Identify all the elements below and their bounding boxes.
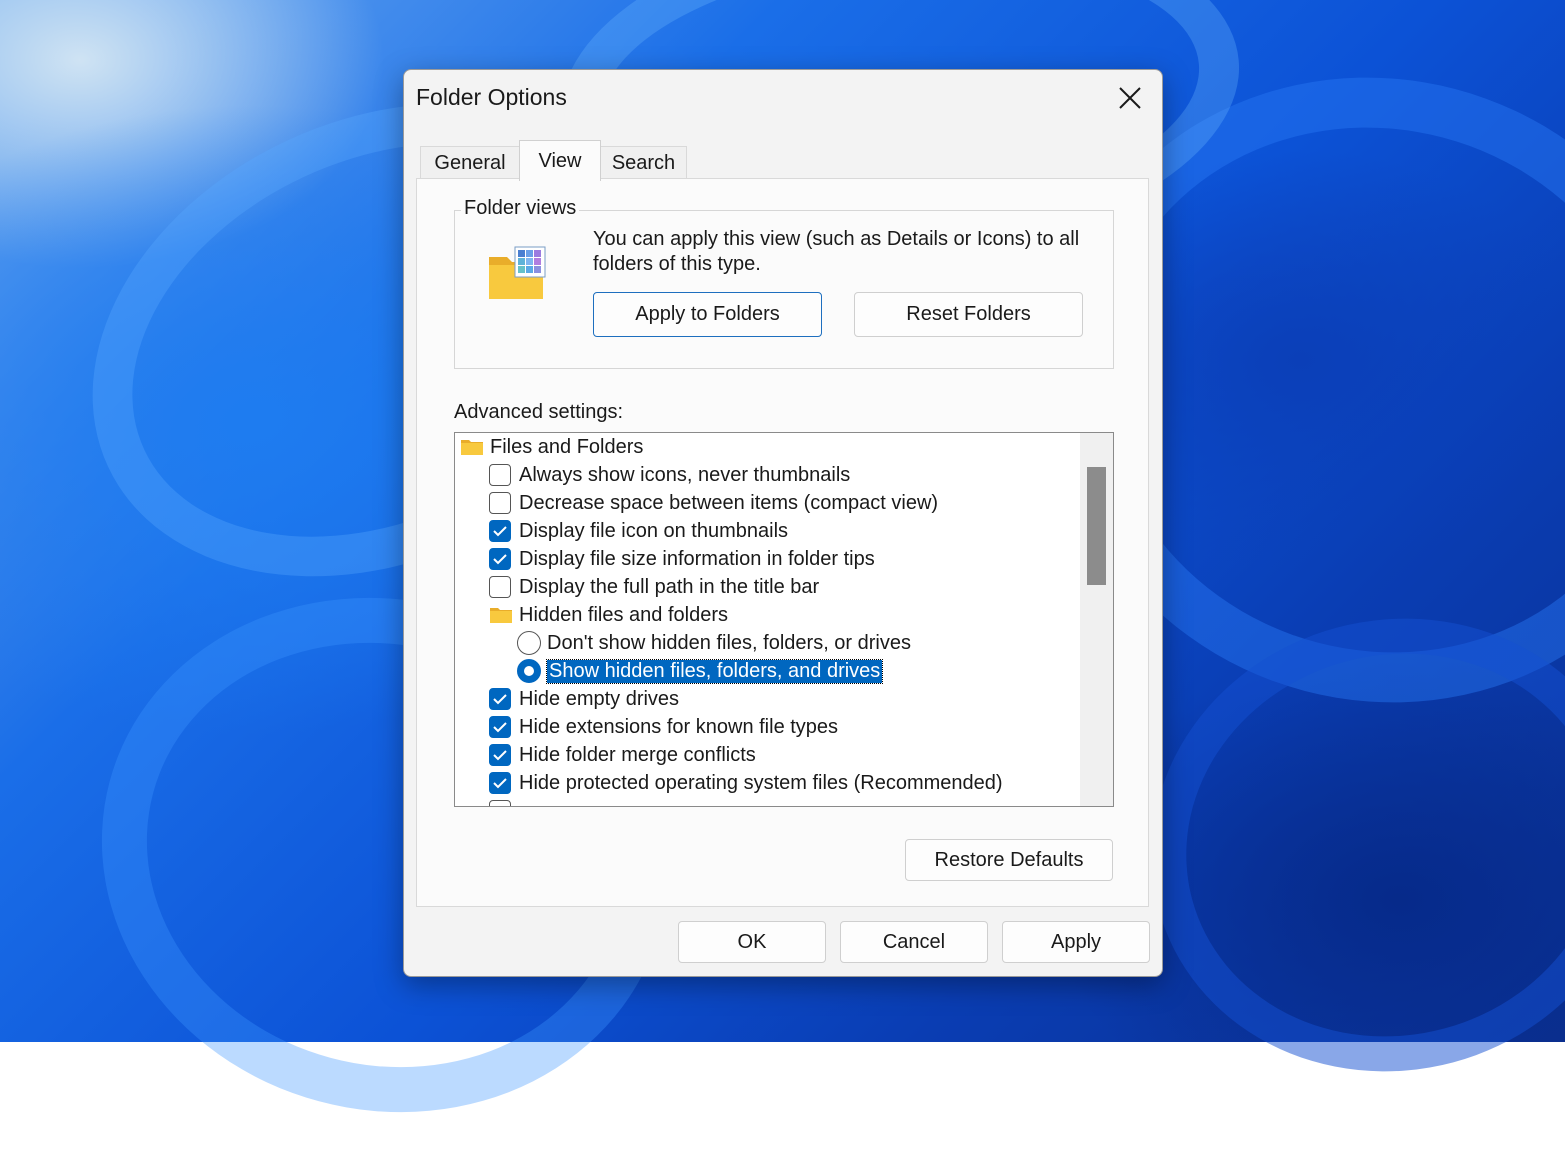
setting-label: Display the full path in the title bar bbox=[519, 575, 820, 598]
radio-label: Don't show hidden files, folders, or dri… bbox=[547, 631, 911, 654]
setting-row[interactable]: Display the full path in the title bar bbox=[489, 573, 819, 601]
radio-row[interactable]: Don't show hidden files, folders, or dri… bbox=[517, 629, 911, 657]
close-button[interactable] bbox=[1110, 80, 1150, 116]
folder-options-dialog: Folder Options General View Search Folde… bbox=[403, 69, 1163, 977]
folder-views-label: Folder views bbox=[461, 197, 580, 220]
setting-row[interactable]: Hide extensions for known file types bbox=[489, 713, 838, 741]
checkmark-icon bbox=[493, 694, 507, 705]
close-icon bbox=[1119, 87, 1141, 109]
folder-icon bbox=[461, 440, 483, 455]
setting-row[interactable]: Display file size information in folder … bbox=[489, 545, 875, 573]
checkbox-checked[interactable] bbox=[489, 744, 511, 766]
setting-label: Display file size information in folder … bbox=[519, 547, 875, 570]
checkbox[interactable] bbox=[489, 800, 511, 806]
setting-label: Hide extensions for known file types bbox=[519, 715, 839, 738]
setting-label: Always show icons, never thumbnails bbox=[519, 463, 851, 486]
checkmark-icon bbox=[493, 722, 507, 733]
cancel-button[interactable]: Cancel bbox=[840, 921, 988, 963]
checkbox-checked[interactable] bbox=[489, 772, 511, 794]
checkmark-icon bbox=[493, 526, 507, 537]
folder-views-description: You can apply this view (such as Details… bbox=[593, 228, 1080, 275]
setting-label: Hide folder merge conflicts bbox=[519, 743, 756, 766]
checkbox-checked[interactable] bbox=[489, 716, 511, 738]
setting-row[interactable]: Always show icons, never thumbnails bbox=[489, 461, 850, 489]
checkbox[interactable] bbox=[489, 492, 511, 514]
setting-row[interactable]: Decrease space between items (compact vi… bbox=[489, 489, 938, 517]
advanced-settings-tree[interactable]: Files and Folders Always show icons, nev… bbox=[454, 432, 1114, 807]
tab-bar: General View Search bbox=[416, 140, 1156, 181]
tab-search[interactable]: Search bbox=[600, 146, 687, 180]
radio-row-selected[interactable]: Show hidden files, folders, and drives bbox=[517, 657, 884, 685]
view-tab-panel: Folder views You can apply this view (su… bbox=[416, 178, 1149, 907]
setting-row[interactable]: Hide empty drives bbox=[489, 685, 679, 713]
radio-button[interactable] bbox=[517, 631, 541, 655]
tree-scrollbar[interactable] bbox=[1080, 433, 1113, 806]
scrollbar-thumb[interactable] bbox=[1087, 467, 1106, 585]
setting-row[interactable]: Display file icon on thumbnails bbox=[489, 517, 788, 545]
checkbox[interactable] bbox=[489, 464, 511, 486]
checkbox-checked[interactable] bbox=[489, 520, 511, 542]
tree-root-label: Files and Folders bbox=[490, 435, 644, 458]
checkbox-checked[interactable] bbox=[489, 548, 511, 570]
setting-row[interactable]: Hide protected operating system files (R… bbox=[489, 769, 1003, 797]
radio-button-selected[interactable] bbox=[517, 659, 541, 683]
restore-defaults-button[interactable]: Restore Defaults bbox=[905, 839, 1113, 881]
tab-view[interactable]: View bbox=[519, 140, 601, 181]
folder-views-group: Folder views You can apply this view (su… bbox=[454, 197, 1114, 369]
setting-label: Display file icon on thumbnails bbox=[519, 519, 789, 542]
setting-label: Hide empty drives bbox=[519, 687, 680, 710]
tree-node-hidden-files: Hidden files and folders bbox=[489, 601, 728, 629]
checkmark-icon bbox=[493, 554, 507, 565]
apply-to-folders-button[interactable]: Apply to Folders bbox=[593, 292, 822, 337]
checkbox-checked[interactable] bbox=[489, 688, 511, 710]
setting-label: Hide protected operating system files (R… bbox=[519, 771, 1003, 794]
setting-label: Decrease space between items (compact vi… bbox=[519, 491, 939, 514]
ok-button[interactable]: OK bbox=[678, 921, 826, 963]
tree-node-label: Hidden files and folders bbox=[519, 603, 729, 626]
apply-button[interactable]: Apply bbox=[1002, 921, 1150, 963]
setting-row-partial[interactable] bbox=[489, 797, 519, 806]
dialog-title: Folder Options bbox=[416, 84, 567, 110]
folder-view-icon bbox=[489, 246, 546, 299]
radio-label-selected: Show hidden files, folders, and drives bbox=[545, 658, 884, 684]
tab-general[interactable]: General bbox=[420, 146, 520, 180]
reset-folders-button[interactable]: Reset Folders bbox=[854, 292, 1083, 337]
setting-row[interactable]: Hide folder merge conflicts bbox=[489, 741, 756, 769]
checkmark-icon bbox=[493, 778, 507, 789]
tree-root-files-and-folders: Files and Folders bbox=[460, 433, 643, 461]
advanced-settings-label: Advanced settings: bbox=[454, 401, 623, 423]
checkbox[interactable] bbox=[489, 576, 511, 598]
checkmark-icon bbox=[493, 750, 507, 761]
folder-icon bbox=[490, 608, 512, 623]
